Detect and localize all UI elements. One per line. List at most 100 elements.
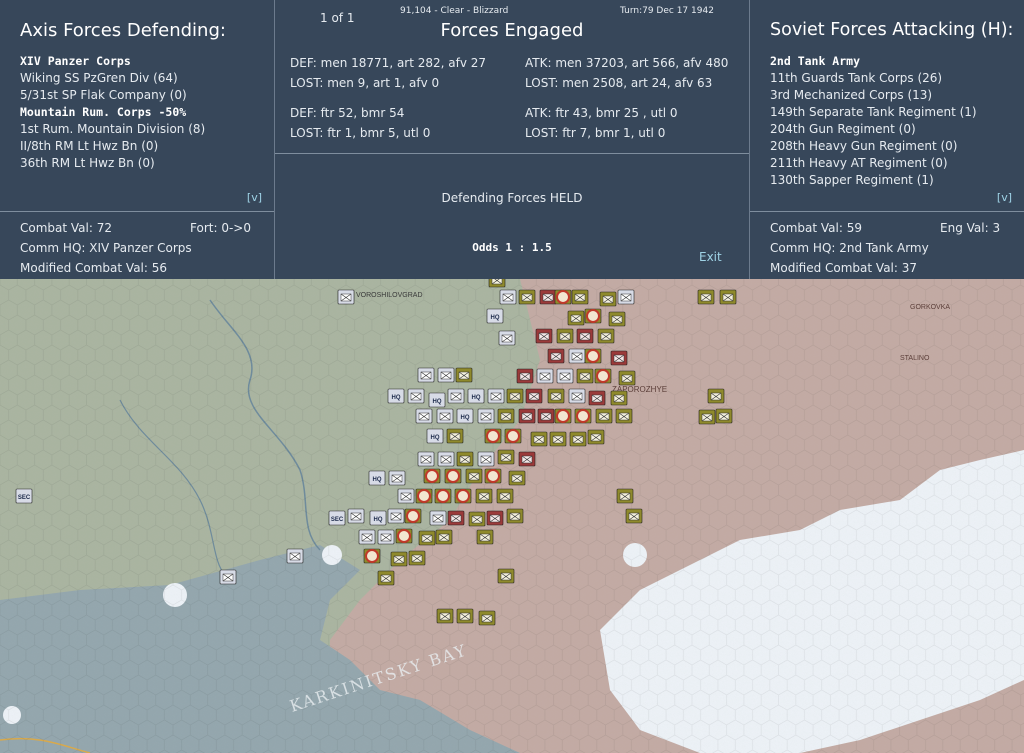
axis-unit-counter[interactable] [387,508,405,524]
soviet-unit-counter[interactable] [418,530,436,546]
soviet-unit-counter[interactable] [415,488,433,504]
soviet-unit-counter[interactable] [478,610,496,626]
soviet-unit-counter[interactable] [537,408,555,424]
axis-unit-counter[interactable] [219,569,237,585]
soviet-unit-counter[interactable] [444,468,462,484]
axis-unit-counter[interactable] [617,289,635,305]
soviet-unit-counter[interactable] [539,289,557,305]
soviet-unit-counter[interactable] [697,289,715,305]
soviet-unit-counter[interactable] [610,390,628,406]
soviet-unit-1[interactable]: 11th Guards Tank Corps (26) [770,70,977,87]
soviet-unit-counter[interactable] [377,570,395,586]
soviet-unit-counter[interactable] [715,408,733,424]
soviet-unit-counter[interactable] [390,551,408,567]
soviet-unit-counter[interactable] [554,289,572,305]
soviet-unit-counter[interactable] [518,408,536,424]
soviet-unit-counter[interactable] [506,508,524,524]
axis-unit-counter[interactable] [498,330,516,346]
soviet-unit-counter[interactable] [719,289,737,305]
soviet-unit-counter[interactable] [456,451,474,467]
soviet-unit-counter[interactable] [484,468,502,484]
soviet-unit-counter[interactable] [707,388,725,404]
security-counter[interactable]: SEC [328,510,346,526]
axis-unit-counter[interactable] [407,388,425,404]
soviet-unit-counter[interactable] [608,311,626,327]
soviet-unit-counter[interactable] [595,408,613,424]
hq-counter[interactable]: HQ [467,388,485,404]
axis-unit-counter[interactable] [536,368,554,384]
soviet-unit-counter[interactable] [554,408,572,424]
soviet-unit-6[interactable]: 211th Heavy AT Regiment (0) [770,155,977,172]
axis-unit-counter[interactable] [388,470,406,486]
soviet-unit-counter[interactable] [404,508,422,524]
axis-unit-counter[interactable] [358,529,376,545]
soviet-unit-4[interactable]: 204th Gun Regiment (0) [770,121,977,138]
soviet-unit-counter[interactable] [423,468,441,484]
soviet-unit-counter[interactable] [556,328,574,344]
security-counter[interactable]: SEC [15,488,33,504]
soviet-unit-counter[interactable] [576,328,594,344]
soviet-unit-counter[interactable] [518,289,536,305]
axis-unit-counter[interactable] [397,488,415,504]
axis-unit-counter[interactable] [286,548,304,564]
axis-unit-counter[interactable] [499,289,517,305]
soviet-unit-counter[interactable] [497,568,515,584]
soviet-unit-counter[interactable] [476,529,494,545]
axis-unit-counter[interactable] [568,388,586,404]
axis-unit-counter[interactable] [477,408,495,424]
soviet-unit-counter[interactable] [616,488,634,504]
soviet-unit-counter[interactable] [610,350,628,366]
axis-unit-6[interactable]: 36th RM Lt Hwz Bn (0) [20,155,205,172]
soviet-unit-counter[interactable] [408,550,426,566]
soviet-unit-counter[interactable] [599,291,617,307]
soviet-unit-5[interactable]: 208th Heavy Gun Regiment (0) [770,138,977,155]
exit-button[interactable]: Exit [699,250,722,264]
soviet-unit-counter[interactable] [363,548,381,564]
soviet-unit-counter[interactable] [525,388,543,404]
axis-unit-counter[interactable] [377,529,395,545]
soviet-unit-counter[interactable] [571,289,589,305]
soviet-unit-counter[interactable] [569,431,587,447]
axis-unit-3[interactable]: Mountain Rum. Corps -50% [20,104,205,121]
soviet-unit-counter[interactable] [516,368,534,384]
axis-unit-0[interactable]: XIV Panzer Corps [20,53,205,70]
axis-unit-counter[interactable] [347,508,365,524]
axis-unit-counter[interactable] [556,368,574,384]
axis-unit-counter[interactable] [568,348,586,364]
hq-counter[interactable]: HQ [456,408,474,424]
soviet-unit-0[interactable]: 2nd Tank Army [770,53,977,70]
soviet-unit-counter[interactable] [597,328,615,344]
soviet-unit-7[interactable]: 130th Sapper Regiment (1) [770,172,977,189]
soviet-unit-counter[interactable] [506,388,524,404]
axis-unit-counter[interactable] [436,408,454,424]
hq-counter[interactable]: HQ [368,470,386,486]
hq-counter[interactable]: HQ [428,392,446,408]
soviet-unit-counter[interactable] [435,529,453,545]
soviet-unit-counter[interactable] [567,310,585,326]
axis-unit-counter[interactable] [487,388,505,404]
soviet-unit-counter[interactable] [455,367,473,383]
soviet-unit-counter[interactable] [588,390,606,406]
soviet-unit-counter[interactable] [587,429,605,445]
hq-counter[interactable]: HQ [486,308,504,324]
soviet-unit-counter[interactable] [465,468,483,484]
soviet-unit-counter[interactable] [698,409,716,425]
soviet-unit-counter[interactable] [530,431,548,447]
soviet-unit-counter[interactable] [504,428,522,444]
hq-counter[interactable]: HQ [387,388,405,404]
soviet-unit-counter[interactable] [497,408,515,424]
soviet-unit-counter[interactable] [576,368,594,384]
axis-unit-4[interactable]: 1st Rum. Mountain Division (8) [20,121,205,138]
soviet-unit-counter[interactable] [496,488,514,504]
soviet-unit-counter[interactable] [468,511,486,527]
soviet-unit-counter[interactable] [508,470,526,486]
soviet-unit-counter[interactable] [625,508,643,524]
axis-unit-5[interactable]: II/8th RM Lt Hwz Bn (0) [20,138,205,155]
soviet-unit-counter[interactable] [547,348,565,364]
soviet-unit-counter[interactable] [436,608,454,624]
soviet-unit-counter[interactable] [574,408,592,424]
soviet-expand-button[interactable]: [v] [997,191,1012,204]
soviet-unit-counter[interactable] [454,488,472,504]
soviet-unit-counter[interactable] [549,431,567,447]
axis-expand-button[interactable]: [v] [247,191,262,204]
